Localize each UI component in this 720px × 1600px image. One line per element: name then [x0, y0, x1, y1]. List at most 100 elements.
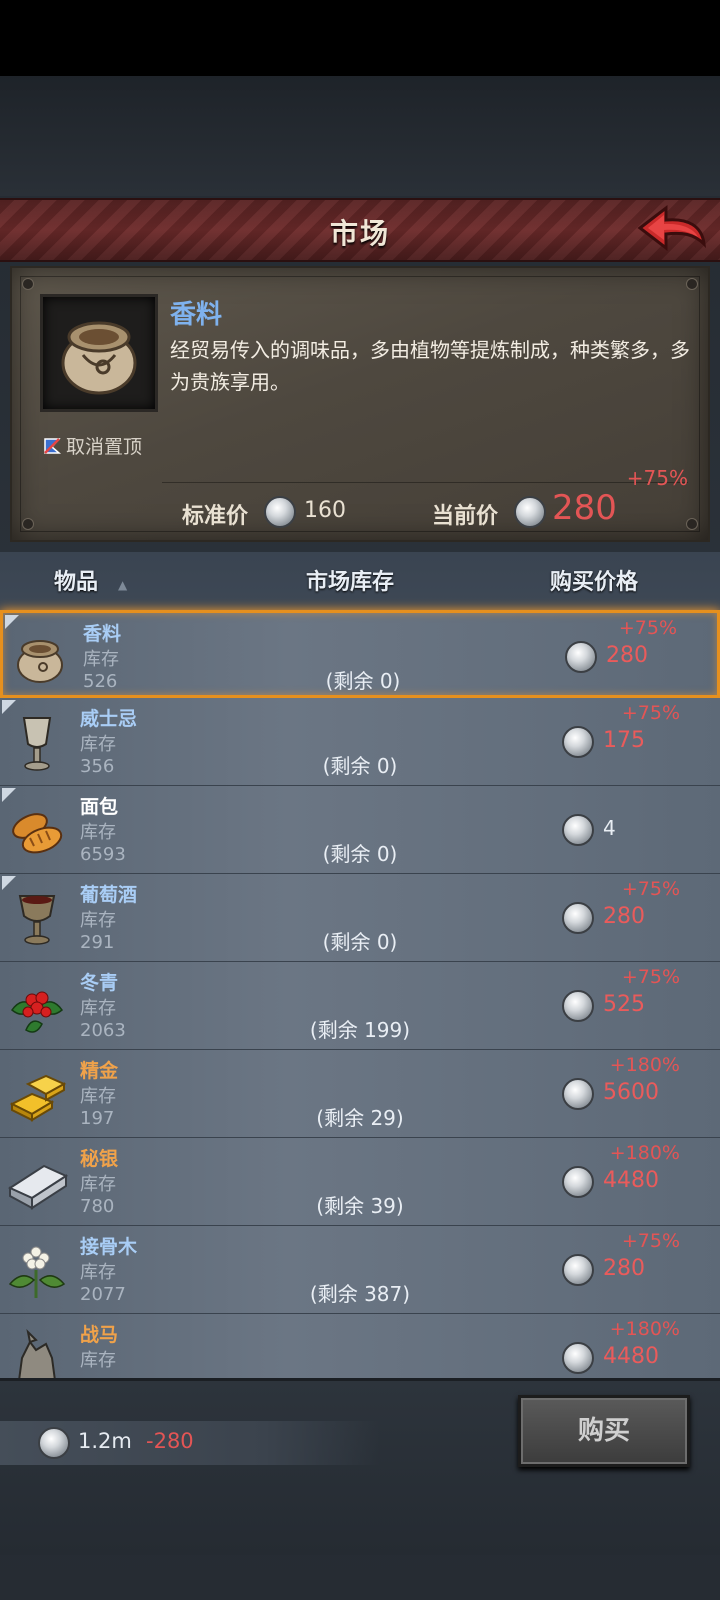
- wallet-balance: 1.2m: [78, 1429, 132, 1453]
- stock-label: 库存: [80, 1350, 116, 1371]
- price-percent: +75%: [621, 878, 680, 900]
- item-name: 精金: [80, 1060, 119, 1082]
- goblet-icon: [22, 717, 52, 771]
- stock-value: 2063: [80, 1020, 126, 1041]
- price-percent: +180%: [609, 1318, 680, 1340]
- silver-coin-icon: [562, 1254, 594, 1286]
- price-value: 280: [606, 643, 648, 668]
- market-row-wine[interactable]: 葡萄酒 库存 291 (剩余 0) +75% 280: [0, 874, 720, 962]
- price-value: 4480: [603, 1344, 659, 1369]
- item-name: 香料: [170, 300, 223, 330]
- holly-icon: [10, 991, 64, 1033]
- column-item[interactable]: 物品: [54, 564, 98, 596]
- current-price-value: 280: [552, 488, 617, 528]
- stock-value: 197: [80, 1108, 115, 1129]
- price-value: 4480: [603, 1168, 659, 1193]
- column-price[interactable]: 购买价格: [550, 564, 638, 596]
- remaining-text: (剩余 199): [309, 1018, 411, 1042]
- rivet-icon: [22, 518, 34, 530]
- stock-value: 2077: [80, 1284, 126, 1305]
- page-title: 市场: [329, 217, 390, 250]
- silver-coin-icon: [562, 902, 594, 934]
- remaining-text: (剩余 0): [322, 754, 398, 778]
- unpin-label: 取消置顶: [66, 436, 143, 458]
- stock-label: 库存: [80, 998, 116, 1019]
- price-value: 280: [603, 1256, 645, 1281]
- item-name: 接骨木: [80, 1236, 138, 1258]
- market-list[interactable]: 物品 ▲ 市场库存 购买价格 香料 库存 526 (剩余 0) +75% 280: [0, 552, 720, 1378]
- stock-value: 526: [83, 671, 118, 692]
- item-name: 葡萄酒: [80, 884, 138, 906]
- stock-value: 6593: [80, 844, 126, 865]
- silver-coin-icon: [562, 814, 594, 846]
- wallet-delta: -280: [146, 1429, 194, 1453]
- silver-coin-icon: [562, 1342, 594, 1374]
- stock-label: 库存: [80, 910, 116, 931]
- market-screen: 市场 香料 经贸易传入的调味品，多由植物等提炼制成，种类繁多，多为贵族享用。 取…: [0, 76, 720, 1600]
- spice-bag-icon: [61, 321, 137, 395]
- market-row-warhorse[interactable]: 战马 库存 +180% 4480: [0, 1314, 720, 1378]
- stock-label: 库存: [80, 1086, 116, 1107]
- price-percent: +75%: [621, 1230, 680, 1252]
- standard-price-value: 160: [304, 498, 346, 523]
- item-name: 秘银: [80, 1148, 119, 1170]
- market-row-bread[interactable]: 面包 库存 6593 (剩余 0) 4: [0, 786, 720, 874]
- market-row-fine-gold[interactable]: 精金 库存 197 (剩余 29) +180% 5600: [0, 1050, 720, 1138]
- title-banner: 市场: [0, 198, 720, 262]
- item-name: 战马: [80, 1324, 119, 1346]
- column-stock[interactable]: 市场库存: [306, 564, 394, 596]
- remaining-text: (剩余 0): [325, 669, 401, 693]
- gold-bar-icon: [9, 1074, 67, 1122]
- market-row-mithril[interactable]: 秘银 库存 780 (剩余 39) +180% 4480: [0, 1138, 720, 1226]
- price-value: 525: [603, 992, 645, 1017]
- unpin-button[interactable]: 取消置顶: [42, 432, 142, 459]
- unpin-icon: [44, 438, 62, 454]
- market-row-whisky[interactable]: 威士忌 库存 356 (剩余 0) +75% 175: [0, 698, 720, 786]
- item-name: 冬青: [80, 972, 119, 994]
- price-value: 4: [603, 816, 616, 840]
- market-row-spice[interactable]: 香料 库存 526 (剩余 0) +75% 280: [0, 610, 720, 698]
- standard-price-label: 标准价: [182, 504, 249, 529]
- remaining-text: (剩余 387): [309, 1282, 411, 1306]
- wallet-display: 1.2m -280: [0, 1421, 380, 1465]
- item-image-frame: [40, 294, 158, 412]
- price-percent: +75%: [618, 617, 677, 639]
- stock-value: 356: [80, 756, 115, 777]
- item-description: 经贸易传入的调味品，多由植物等提炼制成，种类繁多，多为贵族享用。: [170, 338, 690, 394]
- sort-arrow-icon: ▲: [118, 578, 128, 592]
- silver-coin-icon: [562, 1166, 594, 1198]
- remaining-text: (剩余 0): [322, 930, 398, 954]
- buy-button[interactable]: 购买: [518, 1395, 690, 1467]
- price-value: 5600: [603, 1080, 659, 1105]
- rivet-icon: [686, 278, 698, 290]
- rivet-icon: [22, 278, 34, 290]
- current-price-percent: +75%: [626, 466, 688, 490]
- silver-coin-icon: [562, 990, 594, 1022]
- silver-coin-icon: [514, 496, 546, 528]
- silver-coin-icon: [565, 641, 597, 673]
- price-percent: +180%: [609, 1142, 680, 1164]
- silver-ingot-icon: [7, 1164, 68, 1210]
- stock-value: 780: [80, 1196, 115, 1217]
- current-price-label: 当前价: [432, 504, 499, 529]
- stock-label: 库存: [80, 1262, 116, 1283]
- silver-coin-icon: [38, 1427, 70, 1459]
- divider: [162, 482, 688, 483]
- price-percent: +75%: [621, 702, 680, 724]
- price-value: 280: [603, 904, 645, 929]
- price-percent: +75%: [621, 966, 680, 988]
- silver-coin-icon: [264, 496, 296, 528]
- warhorse-icon: [18, 1328, 56, 1378]
- spice-bag-icon: [17, 640, 63, 683]
- bottom-bar: 1.2m -280 购买: [0, 1378, 720, 1555]
- price-value: 175: [603, 728, 645, 753]
- item-name: 威士忌: [80, 708, 138, 730]
- stock-label: 库存: [80, 1174, 116, 1195]
- rivet-icon: [686, 518, 698, 530]
- stock-label: 库存: [80, 822, 116, 843]
- back-arrow-icon[interactable]: [636, 204, 708, 254]
- elder-flower-icon: [8, 1246, 66, 1298]
- market-row-holly[interactable]: 冬青 库存 2063 (剩余 199) +75% 525: [0, 962, 720, 1050]
- price-percent: +180%: [609, 1054, 680, 1076]
- market-row-elder[interactable]: 接骨木 库存 2077 (剩余 387) +75% 280: [0, 1226, 720, 1314]
